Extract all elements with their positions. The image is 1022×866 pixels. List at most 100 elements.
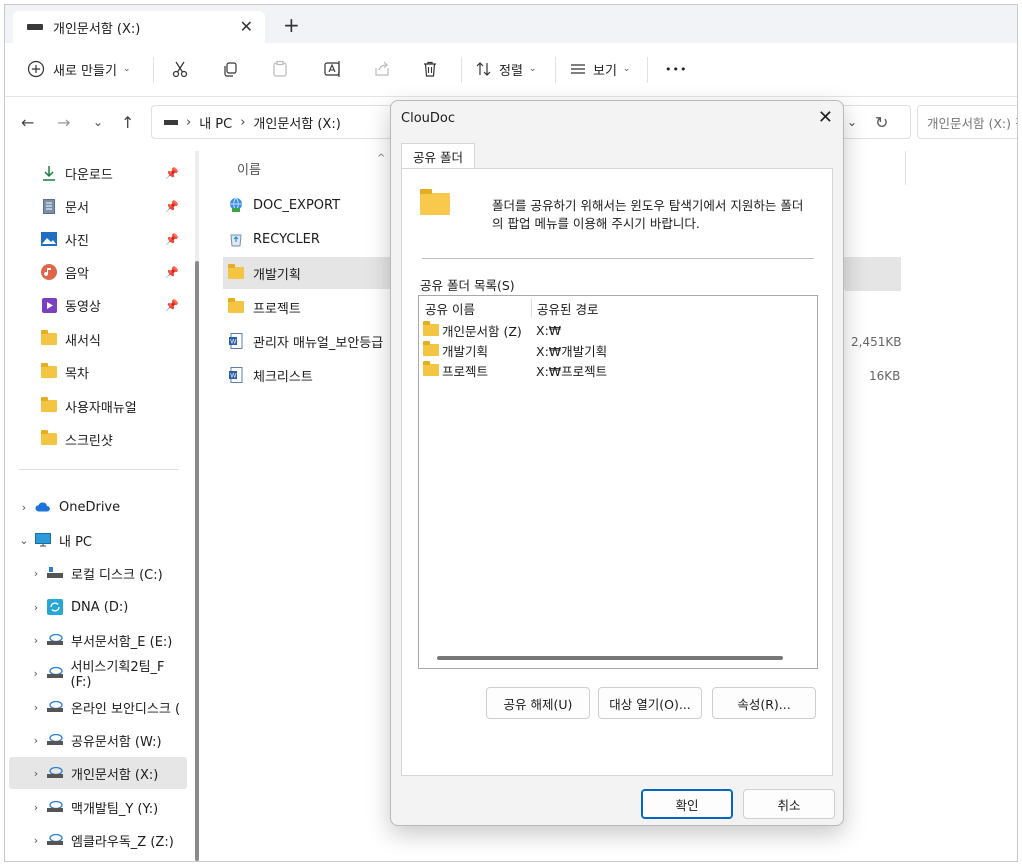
sidebar-item-this-pc[interactable]: ⌄ 내 PC <box>5 524 187 556</box>
file-name: RECYCLER <box>253 231 320 247</box>
horizontal-scrollbar[interactable] <box>437 656 783 660</box>
search-input[interactable]: 개인문서함 (X:) 검 <box>917 105 1017 139</box>
list-item[interactable]: 프로젝트 X:₩프로젝트 <box>423 360 813 380</box>
column-header-name[interactable]: 이름 <box>237 159 261 178</box>
sidebar-item-pictures[interactable]: 사진 📌 <box>5 223 187 255</box>
chevron-right-icon[interactable]: › <box>25 767 47 780</box>
sort-button[interactable]: 정렬 ⌄ <box>475 55 536 83</box>
sidebar-item-screenshots[interactable]: 스크린샷 <box>5 423 187 455</box>
pin-icon[interactable]: 📌 <box>165 266 179 279</box>
rename-button[interactable] <box>323 55 343 83</box>
recent-chevron-icon[interactable]: ⌄ <box>93 115 103 129</box>
column-header-share-name[interactable]: 공유 이름 <box>425 299 475 318</box>
properties-button[interactable]: 속성(R)... <box>712 687 816 719</box>
breadcrumb-chevron-icon: › <box>186 114 192 130</box>
chevron-right-icon[interactable]: › <box>25 567 47 580</box>
share-name: 개발기획 <box>442 343 489 359</box>
more-button[interactable]: ••• <box>665 55 687 83</box>
chevron-right-icon[interactable]: › <box>13 501 35 514</box>
column-divider[interactable] <box>905 151 906 185</box>
chevron-right-icon[interactable]: › <box>25 667 47 680</box>
delete-button[interactable] <box>421 55 439 83</box>
cloud-icon <box>35 499 51 515</box>
column-header-shared-path[interactable]: 공유된 경로 <box>537 299 598 318</box>
up-arrow-icon[interactable]: ↑ <box>121 113 134 132</box>
sidebar-item-drive-c[interactable]: › 로컬 디스크 (C:) <box>5 557 187 589</box>
sidebar-item-drive-y[interactable]: › 맥개발팀_Y (Y:) <box>5 791 187 823</box>
scrollbar-thumb[interactable] <box>195 261 199 861</box>
chevron-right-icon[interactable]: › <box>25 601 47 614</box>
new-button[interactable]: 새로 만들기 ⌄ <box>27 55 130 83</box>
chevron-right-icon[interactable]: › <box>25 701 47 714</box>
open-target-button[interactable]: 대상 열기(O)... <box>598 687 702 719</box>
close-tab-icon[interactable]: ✕ <box>240 17 253 36</box>
file-size: 16KB <box>869 369 901 383</box>
sidebar-item-music[interactable]: 음악 📌 <box>5 256 187 288</box>
pin-icon[interactable]: 📌 <box>165 200 179 213</box>
sidebar-item-drive-f[interactable]: › 서비스기획2팀_F (F:) <box>5 657 187 690</box>
sidebar-item-downloads[interactable]: 다운로드 📌 <box>5 157 187 189</box>
dialog-title: ClouDoc <box>401 111 455 126</box>
folder-icon <box>227 298 245 315</box>
chevron-down-icon[interactable]: ⌄ <box>13 534 35 547</box>
svg-text:W: W <box>230 339 237 346</box>
sidebar-item-drive-x[interactable]: › 개인문서함 (X:) <box>9 757 187 789</box>
share-button[interactable] <box>373 55 391 83</box>
chevron-right-icon[interactable]: › <box>25 734 47 747</box>
pin-icon[interactable]: 📌 <box>165 167 179 180</box>
unshare-button[interactable]: 공유 해제(U) <box>486 687 590 719</box>
network-drive-icon <box>47 832 63 848</box>
new-label: 새로 만들기 <box>53 63 117 79</box>
sidebar-item-drive-e[interactable]: › 부서문서함_E (E:) <box>5 624 187 656</box>
sidebar-item-label: 내 PC <box>59 534 93 550</box>
divider <box>461 57 462 83</box>
share-path: X:₩프로젝트 <box>536 363 608 379</box>
divider <box>647 57 648 83</box>
cancel-button[interactable]: 취소 <box>743 789 835 819</box>
ok-button[interactable]: 확인 <box>641 789 733 819</box>
sidebar-item-drive-z[interactable]: › 엠클라우독_Z (Z:) <box>5 824 187 856</box>
chevron-right-icon[interactable]: › <box>25 834 47 847</box>
breadcrumb-drive[interactable]: 개인문서함 (X:) <box>253 113 340 132</box>
breadcrumb-pc[interactable]: 내 PC <box>199 113 232 132</box>
column-divider[interactable] <box>531 298 532 318</box>
address-dropdown-icon[interactable]: ⌄ <box>847 115 857 129</box>
sidebar-item-secure-disk[interactable]: › 온라인 보안디스크 ( <box>5 691 187 723</box>
sidebar-item-user-manual[interactable]: 사용자매뉴얼 <box>5 390 187 422</box>
pin-icon[interactable]: 📌 <box>165 233 179 246</box>
share-path: X:₩ <box>536 322 562 338</box>
sidebar-item-documents[interactable]: 문서 📌 <box>5 190 187 222</box>
cut-button[interactable] <box>171 55 189 83</box>
chevron-right-icon[interactable]: › <box>25 634 47 647</box>
copy-icon <box>224 62 237 77</box>
folder-icon <box>420 189 450 215</box>
list-item[interactable]: 개발기획 X:₩개발기획 <box>423 340 813 360</box>
forward-arrow-icon[interactable]: → <box>57 113 70 132</box>
tab-shared-folder[interactable]: 공유 폴더 <box>401 143 475 169</box>
view-button[interactable]: 보기 ⌄ <box>569 55 630 83</box>
tab-current[interactable]: 개인문서함 (X:) ✕ <box>13 11 265 43</box>
list-item[interactable]: 개인문서함 (Z) X:₩ <box>423 320 813 340</box>
sort-icon <box>476 62 491 76</box>
new-tab-button[interactable]: + <box>283 13 300 37</box>
shared-folder-list[interactable]: 공유 이름 공유된 경로 개인문서함 (Z) X:₩ 개발기획 X:₩ 개발기획 … <box>418 295 818 669</box>
chevron-right-icon[interactable]: › <box>25 801 47 814</box>
sidebar-item-contents[interactable]: 목차 <box>5 356 187 388</box>
refresh-icon[interactable]: ↻ <box>875 113 888 132</box>
sidebar-item-drive-d[interactable]: › DNA (D:) <box>5 591 187 623</box>
sidebar-item-drive-w[interactable]: › 공유문서함 (W:) <box>5 724 187 756</box>
copy-button[interactable] <box>221 55 239 83</box>
sidebar-item-new-template[interactable]: 새서식 <box>5 323 187 355</box>
sidebar-scrollbar[interactable] <box>195 151 199 861</box>
divider <box>422 258 814 259</box>
folder-icon <box>41 397 57 414</box>
close-icon[interactable]: ✕ <box>818 107 833 128</box>
sidebar-item-onedrive[interactable]: › OneDrive <box>5 491 187 523</box>
paste-button[interactable] <box>271 55 289 83</box>
sidebar-item-label: 사진 <box>65 233 89 249</box>
sidebar-item-videos[interactable]: 동영상 📌 <box>5 289 187 321</box>
back-arrow-icon[interactable]: ← <box>21 113 34 132</box>
folder-icon <box>41 430 57 447</box>
share-name: 개인문서함 (Z) <box>442 323 522 339</box>
pin-icon[interactable]: 📌 <box>165 299 179 312</box>
